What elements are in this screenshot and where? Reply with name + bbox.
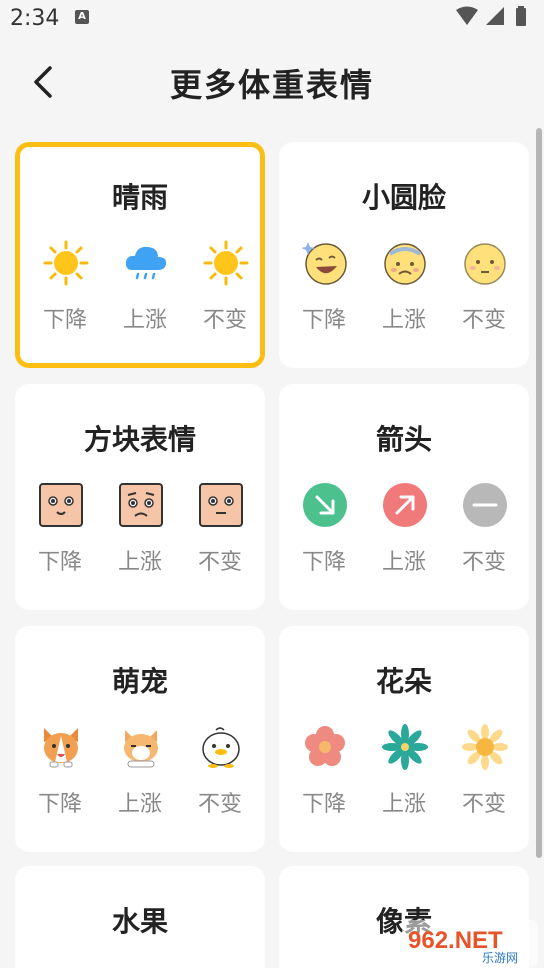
item-down: 下降 — [20, 482, 100, 582]
card-pets[interactable]: 萌宠 下降 上涨 不变 — [15, 626, 265, 852]
card-arrow[interactable]: 箭头 下降 上涨 不变 — [279, 384, 529, 610]
svg-text:乐游网: 乐游网 — [482, 951, 518, 965]
emoji-style-grid: 晴雨 下降 上涨 不变 小圆脸 下降 上涨 不变 方块表情 下降 上涨 不变 箭… — [0, 0, 544, 968]
card-title: 花朵 — [375, 665, 432, 698]
item-label: 上涨 — [122, 308, 167, 333]
item-same: 不变 — [180, 724, 260, 824]
item-label: 上涨 — [381, 792, 426, 817]
item-label: 不变 — [197, 550, 242, 575]
card-title: 晴雨 — [111, 181, 168, 214]
neutral-face-icon — [464, 243, 506, 285]
item-label: 下降 — [301, 308, 346, 333]
arrow-down-right-icon — [303, 483, 347, 527]
card-title: 箭头 — [375, 423, 432, 456]
item-same: 不变 — [444, 482, 524, 582]
item-up: 上涨 — [100, 724, 180, 824]
item-same: 不变 — [444, 240, 524, 340]
cat-icon — [124, 730, 158, 768]
card-title: 水果 — [111, 905, 168, 938]
arrow-up-right-icon — [383, 483, 427, 527]
item-same: 不变 — [180, 482, 260, 582]
item-label: 不变 — [197, 792, 242, 817]
item-up: 上涨 — [364, 482, 444, 582]
card-title: 方块表情 — [83, 423, 196, 456]
item-label: 上涨 — [117, 792, 162, 817]
item-same: 不变 — [185, 240, 265, 340]
square-worried-face-icon — [119, 483, 163, 527]
teal-flower-icon — [382, 724, 428, 770]
svg-text:962.NET: 962.NET — [408, 927, 503, 954]
item-label: 上涨 — [117, 550, 162, 575]
card-flowers[interactable]: 花朵 下降 上涨 不变 — [279, 626, 529, 852]
item-same: 不变 — [444, 724, 524, 824]
rain-cloud-icon — [125, 246, 167, 280]
item-label: 不变 — [461, 550, 506, 575]
item-label: 上涨 — [381, 550, 426, 575]
item-up: 上涨 — [105, 240, 185, 340]
item-label: 下降 — [37, 550, 82, 575]
item-down: 下降 — [284, 240, 364, 340]
item-label: 下降 — [42, 308, 87, 333]
sad-face-icon — [384, 243, 426, 285]
card-icons-row: 下降 上涨 不变 — [15, 482, 265, 582]
item-down: 下降 — [284, 724, 364, 824]
item-up: 上涨 — [364, 240, 444, 340]
item-down: 下降 — [20, 724, 100, 824]
item-label: 下降 — [37, 792, 82, 817]
card-icons-row: 下降 上涨 不变 — [279, 240, 529, 340]
card-icons-row: 下降 上涨 不变 — [279, 724, 529, 824]
scrollbar[interactable] — [536, 128, 542, 858]
sun-icon — [203, 240, 249, 286]
card-title: 小圆脸 — [361, 181, 446, 214]
minus-circle-icon — [463, 483, 507, 527]
item-label: 不变 — [461, 792, 506, 817]
item-label: 下降 — [301, 792, 346, 817]
card-icons-row: 下降 上涨 不变 — [20, 240, 260, 340]
card-title: 萌宠 — [111, 665, 168, 698]
item-label: 下降 — [301, 550, 346, 575]
duck-icon — [202, 727, 240, 768]
card-round-face[interactable]: 小圆脸 下降 上涨 不变 — [279, 142, 529, 368]
watermark-logo: 962.NET 乐游网 — [402, 920, 538, 966]
sun-icon — [43, 240, 89, 286]
card-fruit[interactable]: 水果 — [15, 866, 265, 968]
item-up: 上涨 — [364, 724, 444, 824]
item-label: 上涨 — [381, 308, 426, 333]
item-down: 下降 — [284, 482, 364, 582]
card-square-face[interactable]: 方块表情 下降 上涨 不变 — [15, 384, 265, 610]
card-sunny-rain[interactable]: 晴雨 下降 上涨 不变 — [15, 142, 265, 368]
square-flat-face-icon — [199, 483, 243, 527]
corgi-icon — [44, 728, 78, 768]
pink-flower-icon — [305, 726, 345, 766]
item-label: 不变 — [461, 308, 506, 333]
square-smile-face-icon — [39, 483, 83, 527]
card-icons-row: 下降 上涨 不变 — [15, 724, 265, 824]
item-up: 上涨 — [100, 482, 180, 582]
card-icons-row: 下降 上涨 不变 — [279, 482, 529, 582]
item-down: 下降 — [25, 240, 105, 340]
item-label: 不变 — [202, 308, 247, 333]
daisy-icon — [462, 724, 508, 770]
laughing-face-icon — [302, 242, 347, 285]
